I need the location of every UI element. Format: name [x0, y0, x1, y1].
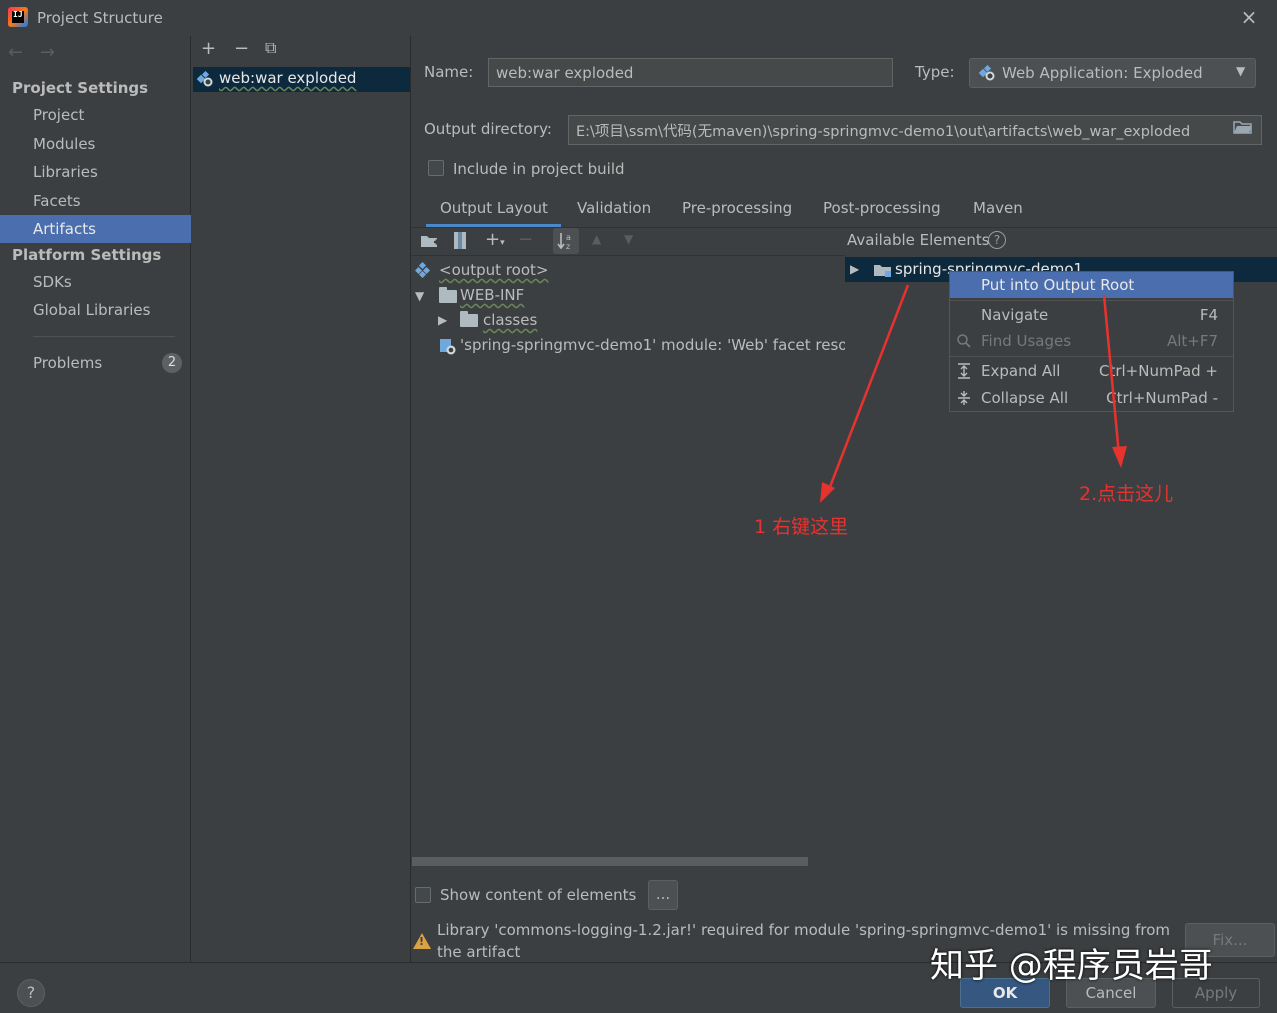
output-root-icon [415, 262, 431, 278]
project-settings-header: Project Settings [12, 79, 149, 97]
menu-item-find-usages[interactable]: Find Usages Alt+F7 [950, 328, 1233, 354]
nav-divider [33, 336, 175, 337]
horizontal-scrollbar[interactable] [412, 857, 808, 866]
back-arrow-icon[interactable]: ← [8, 42, 23, 63]
warning-icon: ! [413, 933, 431, 949]
remove-element-icon[interactable]: − [518, 229, 533, 250]
menu-item-label: Expand All [981, 362, 1061, 380]
copy-artifact-icon[interactable]: ⧉ [265, 38, 276, 58]
nav-item-sdks[interactable]: SDKs [0, 268, 191, 296]
active-tab-indicator [426, 224, 561, 227]
show-content-settings-button[interactable]: ... [648, 880, 678, 910]
web-inf-node[interactable]: WEB-INF [460, 286, 524, 304]
add-artifact-icon[interactable]: + [201, 38, 216, 59]
menu-item-collapse-all[interactable]: Collapse All Ctrl+NumPad - [950, 385, 1233, 411]
output-directory-label: Output directory: [424, 120, 552, 138]
layout-toolbar-divider [411, 255, 845, 256]
menu-item-shortcut: Ctrl+NumPad - [1106, 389, 1218, 407]
collapsed-arrow-icon[interactable]: ▶ [850, 262, 859, 276]
nav-item-project[interactable]: Project [0, 101, 191, 129]
classes-node[interactable]: classes [483, 311, 537, 329]
tab-pre-processing[interactable]: Pre-processing [682, 199, 792, 217]
move-down-icon[interactable]: ▼ [624, 232, 633, 246]
web-artifact-icon [979, 65, 995, 81]
annotation-step-2: 2.点击这儿 [1079, 483, 1174, 505]
module-folder-icon [874, 265, 891, 277]
intellij-logo-icon: IJ [8, 7, 28, 27]
watermark: 知乎 @程序员岩哥 [930, 946, 1213, 986]
artifact-name-label[interactable]: web:war exploded [219, 69, 356, 87]
menu-item-label: Collapse All [981, 389, 1069, 407]
window-title: Project Structure [37, 9, 163, 27]
expanded-arrow-icon[interactable]: ▼ [415, 289, 424, 303]
create-directory-icon[interactable] [420, 232, 440, 250]
add-element-icon[interactable]: +▾ [485, 229, 505, 250]
menu-item-label: Navigate [981, 306, 1049, 324]
name-label: Name: [424, 63, 474, 81]
tabs-divider [411, 227, 1277, 228]
svg-text:z: z [566, 242, 570, 251]
create-archive-icon[interactable] [452, 231, 468, 251]
show-content-checkbox[interactable] [415, 887, 431, 903]
tab-validation[interactable]: Validation [577, 199, 651, 217]
menu-item-label: Put into Output Root [981, 276, 1135, 294]
forward-arrow-icon[interactable]: → [40, 42, 55, 63]
menu-divider [950, 356, 1233, 357]
nav-item-modules[interactable]: Modules [0, 130, 191, 158]
nav-item-facets[interactable]: Facets [0, 187, 191, 215]
tab-output-layout[interactable]: Output Layout [440, 199, 548, 217]
sort-elements-button[interactable]: az [553, 228, 579, 254]
menu-item-put-into-output-root[interactable]: Put into Output Root [950, 272, 1233, 298]
type-select-value: Web Application: Exploded [1002, 64, 1203, 82]
nav-item-artifacts[interactable]: Artifacts [0, 215, 191, 243]
show-content-label: Show content of elements [440, 886, 637, 904]
warning-message-line2: the artifact [437, 943, 521, 961]
web-facet-resource-node[interactable]: 'spring-springmvc-demo1' module: 'Web' f… [460, 336, 845, 354]
nav-item-global-libraries[interactable]: Global Libraries [0, 296, 191, 324]
output-root-node[interactable]: <output root> [439, 261, 548, 279]
menu-item-label: Find Usages [981, 332, 1072, 350]
artifacts-list-panel [192, 36, 411, 962]
remove-artifact-icon[interactable]: − [234, 38, 249, 59]
web-facet-icon [440, 339, 456, 355]
menu-item-shortcut: Alt+F7 [1166, 332, 1218, 350]
name-field[interactable] [488, 58, 893, 87]
menu-item-shortcut: Ctrl+NumPad + [1098, 362, 1218, 380]
include-in-build-label: Include in project build [453, 160, 625, 178]
menu-item-navigate[interactable]: Navigate F4 [950, 302, 1233, 328]
tab-maven[interactable]: Maven [973, 199, 1023, 217]
problems-count-badge: 2 [162, 353, 182, 373]
chevron-down-icon: ▼ [1236, 64, 1246, 78]
web-artifact-icon [197, 71, 213, 87]
move-up-icon[interactable]: ▲ [592, 232, 601, 246]
menu-item-shortcut: F4 [1199, 306, 1218, 324]
available-elements-header: Available Elements [847, 231, 990, 249]
title-bar [0, 0, 1277, 36]
nav-item-libraries[interactable]: Libraries [0, 158, 191, 186]
include-in-build-checkbox[interactable] [428, 160, 444, 176]
collapsed-arrow-icon[interactable]: ▶ [438, 313, 447, 327]
menu-item-expand-all[interactable]: Expand All Ctrl+NumPad + [950, 358, 1233, 384]
warning-message-line1: Library 'commons-logging-1.2.jar!' requi… [437, 921, 1171, 939]
help-circle-icon[interactable]: ? [988, 231, 1006, 249]
annotation-step-1: 1 右键这里 [754, 516, 849, 538]
help-button[interactable]: ? [17, 979, 45, 1007]
browse-folder-icon[interactable] [1233, 119, 1257, 139]
folder-icon [439, 287, 457, 303]
menu-divider [950, 300, 1233, 301]
tab-post-processing[interactable]: Post-processing [823, 199, 941, 217]
type-label: Type: [915, 63, 955, 81]
svg-text:a: a [566, 233, 571, 242]
folder-icon [460, 311, 478, 327]
platform-settings-header: Platform Settings [12, 246, 162, 264]
close-icon[interactable]: × [1238, 6, 1260, 28]
output-directory-field[interactable] [568, 115, 1262, 145]
